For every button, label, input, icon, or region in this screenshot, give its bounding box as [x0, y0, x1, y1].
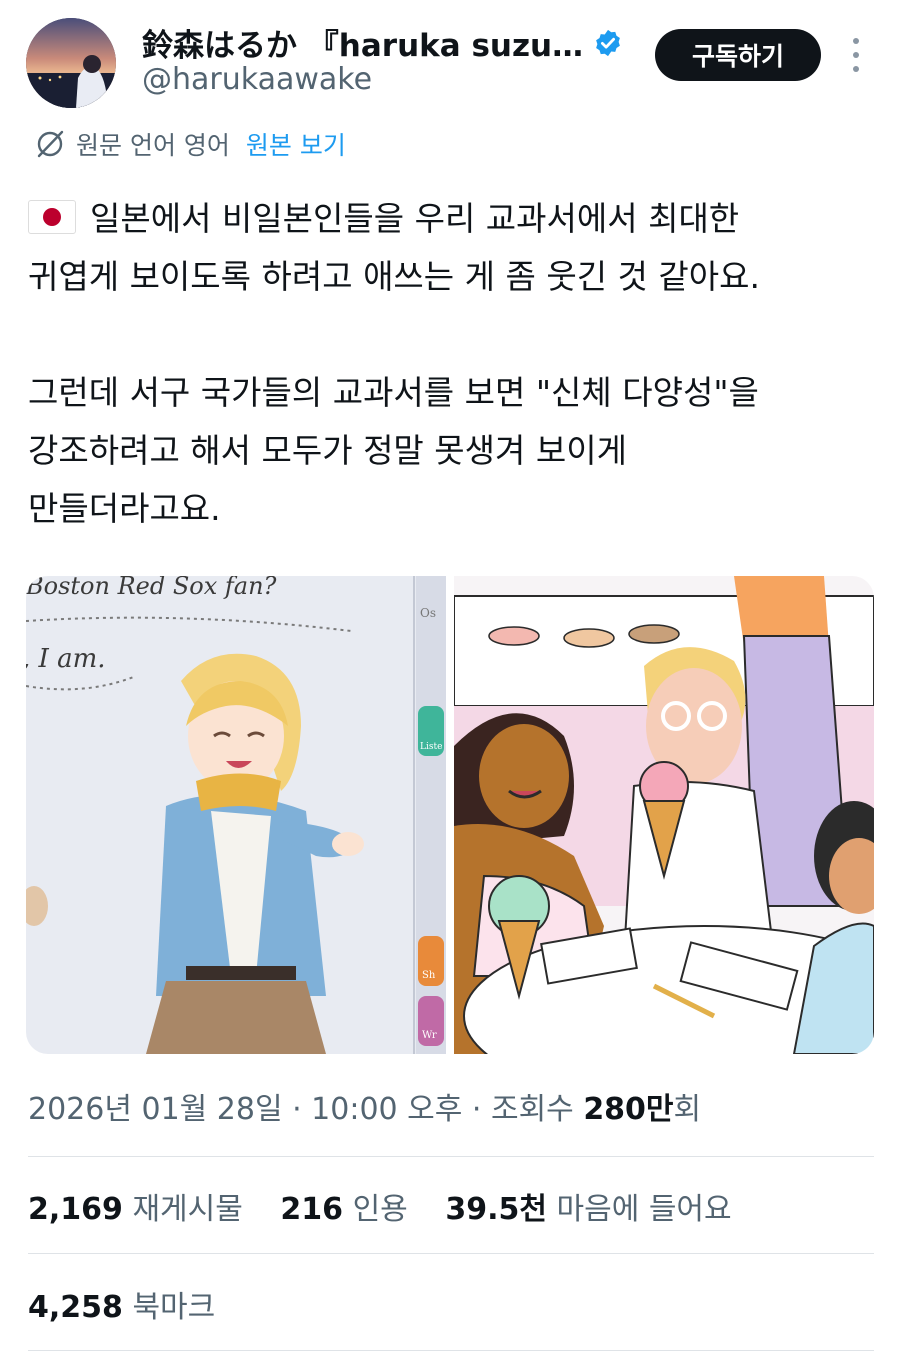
original-language-label: 원문 언어 영어: [76, 131, 230, 160]
bookmarks-stat[interactable]: 4,258 북마크: [28, 1282, 215, 1326]
views-suffix: 회: [673, 1092, 702, 1127]
textbook-tab-listen: Liste: [420, 742, 443, 752]
tweet-line: 만들더라고요.: [28, 489, 221, 528]
likes-stat[interactable]: 39.5천 마음에 들어요: [445, 1192, 731, 1227]
divider: [28, 1350, 874, 1351]
tweet-line: 그런데 서구 국가들의 교과서를 보면 "신체 다양성"을: [28, 373, 759, 412]
author-display-name[interactable]: 鈴森はるか 『haruka suzu…: [142, 20, 623, 65]
quotes-stat[interactable]: 216 인용: [280, 1192, 407, 1227]
divider: [28, 1253, 874, 1254]
tweet-detail-page: 鈴森はるか 『haruka suzu… @harukaawake 구독하기 원문…: [0, 0, 900, 1361]
textbook-caption-answer: , I am.: [26, 644, 106, 674]
textbook-tab-write: Wr: [422, 1030, 437, 1041]
tweet-line: 귀엽게 보이도록 하려고 애쓰는 게 좀 웃긴 것 같아요.: [28, 257, 760, 296]
media-image-anime-textbook[interactable]: Boston Red Sox fan? , I am. Os Liste Sh …: [26, 576, 446, 1054]
media-separator: [446, 576, 454, 1054]
divider: [28, 1156, 874, 1157]
tweet-line: 일본에서 비일본인들을 우리 교과서에서 최대한: [28, 190, 878, 248]
views-count: 280만: [583, 1092, 674, 1127]
view-original-link[interactable]: 원본 보기: [246, 126, 346, 162]
tweet-text: 일본에서 비일본인들을 우리 교과서에서 최대한 귀엽게 보이도록 하려고 애쓰…: [28, 190, 878, 538]
more-options-icon[interactable]: [846, 38, 866, 72]
translate-globe-icon: [37, 130, 64, 158]
textbook-side-label: Os: [420, 606, 436, 620]
japan-flag-icon: [28, 200, 76, 234]
textbook-tab-speak: Sh: [422, 970, 436, 981]
tweet-media[interactable]: Boston Red Sox fan? , I am. Os Liste Sh …: [26, 576, 874, 1054]
engagement-stats: 2,169 재게시물 216 인용 39.5천 마음에 들어요: [28, 1184, 760, 1228]
translation-notice: 원문 언어 영어 원본 보기: [34, 124, 346, 164]
author-avatar[interactable]: [26, 18, 116, 108]
tweet-line: 강조하려고 해서 모두가 정말 못생겨 보이게: [28, 431, 627, 470]
textbook-caption-question: Boston Red Sox fan?: [26, 576, 277, 600]
timestamp-text: 2026년 01월 28일 · 10:00 오후 · 조회수: [28, 1092, 584, 1127]
author-handle[interactable]: @harukaawake: [142, 62, 372, 97]
verified-badge-icon: [596, 29, 620, 56]
display-name-text[interactable]: 鈴森はるか 『haruka suzu…: [142, 20, 583, 65]
reposts-stat[interactable]: 2,169 재게시물: [28, 1192, 243, 1227]
tweet-timestamp[interactable]: 2026년 01월 28일 · 10:00 오후 · 조회수 280만회: [28, 1084, 701, 1128]
media-image-western-textbook[interactable]: [454, 576, 874, 1054]
subscribe-button[interactable]: 구독하기: [655, 29, 821, 81]
